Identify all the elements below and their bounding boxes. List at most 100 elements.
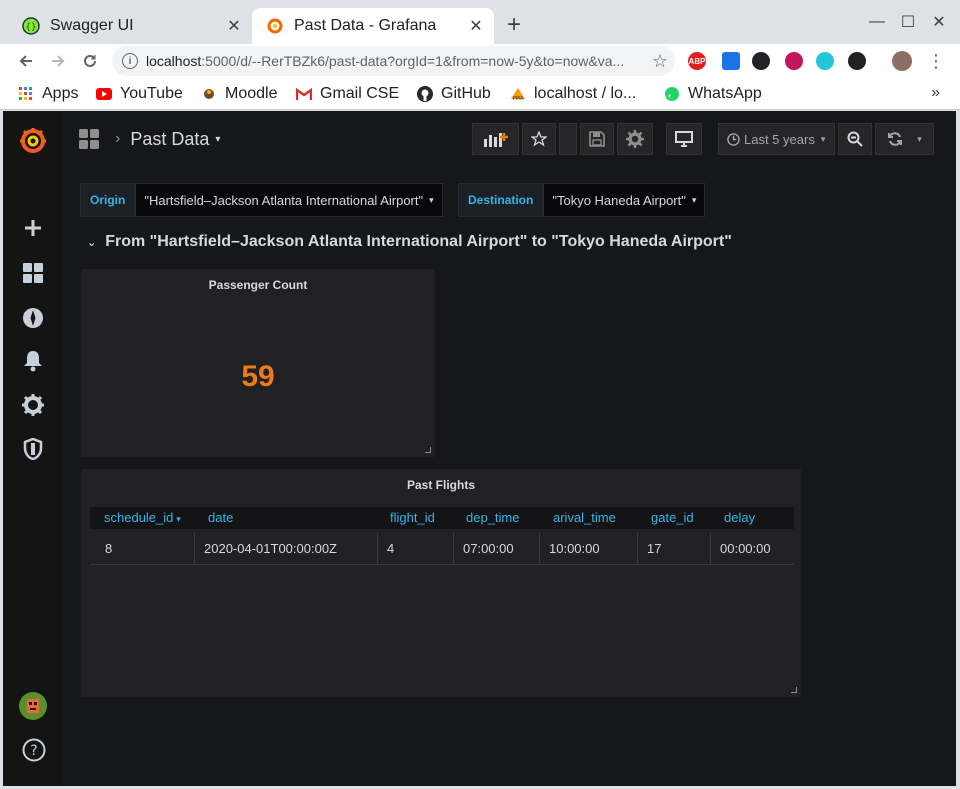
minimize-button[interactable]: —	[862, 8, 892, 36]
arrow-right-icon	[52, 55, 65, 67]
row-title-text: From "Hartsfield–Jackson Atlanta Interna…	[105, 233, 732, 250]
view-mode-button[interactable]	[666, 123, 702, 155]
grafana-app: ? › Past Data ▾ Last 5 years ▾ ▾ Origin …	[3, 111, 956, 786]
extension-block-icon[interactable]	[785, 52, 803, 70]
variable-origin: Origin "Hartsfield–Jackson Atlanta Inter…	[80, 183, 443, 217]
bookmark-gmail-cse[interactable]: Gmail CSE	[296, 83, 399, 105]
adblock-plus-icon[interactable]: ABP	[688, 52, 706, 70]
variable-label: Destination	[458, 183, 544, 217]
extension-paw-icon[interactable]	[848, 52, 866, 70]
column-header-dep-time[interactable]: dep_time	[466, 510, 519, 525]
variable-value: "Hartsfield–Jackson Atlanta Internationa…	[144, 192, 424, 208]
bookmark-moodle[interactable]: Moodle	[201, 83, 277, 105]
panel-resize-handle[interactable]	[425, 447, 431, 453]
reload-button[interactable]	[76, 47, 104, 75]
refresh-button[interactable]: ▾	[875, 123, 934, 155]
origin-select[interactable]: "Hartsfield–Jackson Atlanta Internationa…	[135, 183, 443, 217]
column-header-gate-id[interactable]: gate_id	[651, 510, 694, 525]
variable-value: "Tokyo Haneda Airport"	[552, 192, 686, 208]
bookmark-localhost[interactable]: PMA localhost / lo...	[510, 83, 636, 105]
table-header: schedule_id ▾ date flight_id dep_time ari…	[90, 507, 794, 529]
table-cell: 10:00:00	[539, 533, 600, 565]
table-cell: 2020-04-01T00:00:00Z	[194, 533, 337, 565]
add-panel-icon	[483, 133, 508, 147]
tab-title: Past Data - Grafana	[294, 17, 437, 34]
back-button[interactable]	[12, 47, 40, 75]
panel-title[interactable]: Passenger Count	[82, 278, 434, 292]
time-picker-button[interactable]: Last 5 years ▾	[718, 123, 835, 155]
tab-swagger-ui[interactable]: {} Swagger UI ✕	[8, 8, 252, 44]
bookmark-apps[interactable]: Apps	[18, 83, 78, 105]
tab-title: Swagger UI	[50, 17, 134, 34]
panel-resize-handle[interactable]	[791, 687, 797, 693]
column-header-schedule-id[interactable]: schedule_id ▾	[104, 510, 181, 525]
github-icon	[417, 86, 433, 102]
dashboards-grid-icon[interactable]	[21, 261, 45, 285]
panel-passenger-count: Passenger Count 59	[81, 269, 435, 457]
dashboard-grid-icon[interactable]	[79, 129, 99, 149]
row-collapse-chevron-icon[interactable]: ⌄	[87, 236, 96, 249]
explore-compass-icon[interactable]	[21, 306, 45, 330]
column-header-arival-time[interactable]: arival_time	[553, 510, 616, 525]
configuration-gear-icon[interactable]	[21, 393, 45, 417]
alerting-bell-icon[interactable]	[21, 349, 45, 373]
bookmarks-overflow-button[interactable]: »	[931, 84, 940, 102]
star-dashboard-button[interactable]	[522, 123, 556, 155]
share-dashboard-button[interactable]	[559, 123, 577, 155]
swagger-icon: {}	[22, 17, 40, 35]
create-plus-icon[interactable]	[21, 216, 45, 240]
address-bar[interactable]: i localhost :5000/d/--RerTBZk6/past-data…	[112, 46, 675, 76]
close-tab-icon[interactable]: ✕	[222, 14, 246, 38]
side-menu: ?	[3, 111, 63, 786]
profile-avatar[interactable]	[892, 51, 912, 71]
dashboard-settings-button[interactable]	[617, 123, 653, 155]
server-admin-shield-icon[interactable]	[21, 437, 45, 461]
zoom-out-icon	[847, 131, 863, 147]
refresh-interval-caret-icon[interactable]: ▾	[917, 134, 922, 145]
bookmark-label: WhatsApp	[688, 85, 762, 102]
forward-button[interactable]	[44, 47, 72, 75]
column-header-delay[interactable]: delay	[724, 510, 755, 525]
browser-toolbar: i localhost :5000/d/--RerTBZk6/past-data…	[0, 44, 960, 78]
info-icon[interactable]: i	[122, 53, 138, 69]
bookmark-youtube[interactable]: YouTube	[96, 83, 183, 105]
grafana-logo-icon[interactable]	[17, 125, 49, 157]
svg-text:{}: {}	[25, 23, 36, 33]
grafana-icon	[266, 17, 284, 35]
close-window-button[interactable]: ✕	[924, 8, 954, 36]
bookmark-whatsapp[interactable]: WhatsApp	[664, 83, 762, 105]
bookmark-label: Moodle	[225, 85, 278, 102]
dashboard-row-title[interactable]: ⌄ From "Hartsfield–Jackson Atlanta Inter…	[87, 233, 732, 251]
svg-text:?: ?	[30, 743, 37, 759]
column-header-flight-id[interactable]: flight_id	[390, 510, 435, 525]
new-tab-button[interactable]: +	[500, 12, 528, 40]
user-avatar[interactable]	[19, 692, 47, 720]
help-question-icon[interactable]: ?	[22, 738, 46, 762]
save-dashboard-button[interactable]	[580, 123, 614, 155]
variable-label: Origin	[80, 183, 136, 217]
star-icon	[531, 131, 547, 147]
add-panel-button[interactable]	[472, 123, 519, 155]
bookmark-github[interactable]: GitHub	[417, 83, 491, 105]
browser-tabstrip: {} Swagger UI ✕ Past Data - Grafana ✕ + …	[0, 0, 960, 44]
bookmark-label: localhost / lo...	[534, 85, 637, 102]
close-tab-icon[interactable]: ✕	[464, 14, 488, 38]
panel-title[interactable]: Past Flights	[82, 478, 800, 492]
destination-select[interactable]: "Tokyo Haneda Airport" ▾	[543, 183, 706, 217]
table-cell: 07:00:00	[453, 533, 514, 565]
extension-color-icon[interactable]	[816, 52, 834, 70]
tab-past-data-grafana[interactable]: Past Data - Grafana ✕	[252, 8, 494, 44]
react-devtools-icon[interactable]	[752, 52, 770, 70]
caret-down-icon: ▾	[429, 194, 434, 205]
caret-down-icon: ▾	[691, 194, 697, 205]
table-cell: 00:00:00	[710, 533, 771, 565]
browser-menu-icon[interactable]: ⋮	[922, 47, 950, 75]
maximize-button[interactable]: ☐	[893, 8, 923, 36]
zoom-out-button[interactable]	[838, 123, 872, 155]
bookmark-star-icon[interactable]: ☆	[645, 51, 675, 72]
url-path: :5000/d/--RerTBZk6/past-data?orgId=1&fro…	[201, 53, 625, 69]
column-header-date[interactable]: date	[208, 510, 233, 525]
dashboard-title-caret-icon[interactable]: ▾	[215, 134, 220, 145]
dashboard-title[interactable]: Past Data	[130, 129, 209, 150]
extension-sync-icon[interactable]	[722, 52, 740, 70]
